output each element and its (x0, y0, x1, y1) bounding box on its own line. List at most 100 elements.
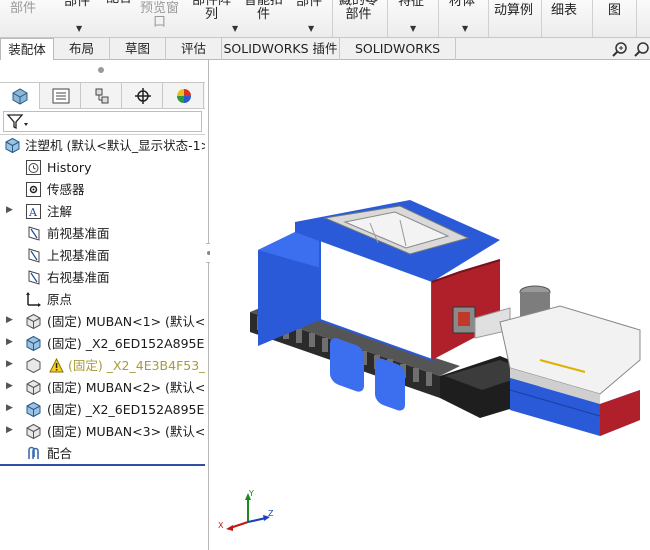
tree-item-history[interactable]: History (0, 157, 205, 179)
ribbon-cmd-parts[interactable]: 部件 (10, 2, 36, 16)
mates-icon (25, 445, 42, 462)
annotation-icon: A (25, 203, 42, 220)
tree-item-component[interactable]: ▶ (固定) MUBAN<2> (默认<< (0, 377, 205, 399)
tree-item-right-plane[interactable]: 右视基准面 (0, 267, 205, 289)
sensor-icon (25, 181, 42, 198)
ribbon-cmd-smart-fastener[interactable]: 智能扣 件 (244, 0, 283, 22)
expand-arrow-icon[interactable]: ▶ (6, 315, 13, 325)
tab-layout[interactable]: 布局 (54, 38, 110, 60)
ribbon-cmd-move-component[interactable]: 部件 (296, 0, 322, 9)
chevron-down-icon[interactable]: ▼ (410, 24, 416, 33)
expand-arrow-icon[interactable]: ▶ (6, 205, 13, 215)
expand-arrow-icon[interactable]: ▶ (6, 359, 13, 369)
tree-rollback-bar[interactable] (0, 464, 205, 466)
assembly-icon (4, 137, 21, 154)
tree-item-label: History (47, 160, 92, 175)
expand-arrow-icon[interactable]: ▶ (6, 381, 13, 391)
part-icon (25, 379, 42, 396)
ribbon-cmd-component[interactable]: 部件 (64, 0, 90, 9)
tab-solidworks-mbd[interactable]: SOLIDWORKS MBD (340, 38, 456, 77)
tree-item-label: 前视基准面 (47, 226, 110, 241)
tab-assembly[interactable]: 装配体 (0, 38, 54, 61)
tree-item-component[interactable]: ▶ (固定) MUBAN<3> (默认<< (0, 421, 205, 443)
chevron-down-icon[interactable]: ▼ (232, 24, 238, 33)
ribbon-cmd-mate[interactable]: 配合 (106, 0, 132, 6)
expand-arrow-icon[interactable]: ▶ (6, 337, 13, 347)
tree-item-origin[interactable]: 原点 (0, 289, 205, 311)
feature-manager-tab[interactable] (0, 83, 40, 109)
subassembly-icon (25, 335, 42, 352)
tree-item-label: (固定) MUBAN<1> (默认<< (47, 314, 205, 329)
tree-filter-row (0, 109, 205, 135)
ribbon-cmd-exploded-view[interactable]: 图 (608, 4, 621, 18)
warning-icon (49, 357, 64, 375)
ribbon-cmd-preview-window[interactable]: 预览窗 口 (140, 2, 179, 30)
panel-grip-handle[interactable] (98, 67, 104, 73)
plane-icon (25, 225, 42, 242)
tree-item-label: 原点 (47, 292, 73, 307)
chevron-down-icon[interactable]: ▼ (308, 24, 314, 33)
tree-item-component[interactable]: ▶ (固定) _X2_6ED152A895E8_X (0, 399, 205, 421)
configuration-manager-tab[interactable] (82, 83, 122, 109)
tree-item-front-plane[interactable]: 前视基准面 (0, 223, 205, 245)
tree-item-label: 配合 (47, 446, 73, 461)
history-icon (25, 159, 42, 176)
origin-icon (25, 291, 42, 308)
configuration-icon (95, 88, 109, 104)
expand-arrow-icon[interactable]: ▶ (6, 403, 13, 413)
tree-item-label: (固定) _X2_6ED152A895E8_X (47, 336, 205, 351)
tab-sketch[interactable]: 草图 (110, 38, 166, 60)
ribbon-cmd-show-hidden[interactable]: 藏的零 部件 (339, 0, 378, 22)
tree-item-component[interactable]: ▶ (固定) _X2_6ED152A895E8_X (0, 333, 205, 355)
zoom-to-area-icon[interactable] (633, 41, 650, 58)
feature-tree-icon (12, 88, 28, 105)
part-icon (25, 313, 42, 330)
zoom-to-fit-icon[interactable] (611, 41, 629, 58)
ribbon-cmd-features[interactable]: 特征 (398, 0, 424, 9)
property-manager-tab[interactable] (41, 83, 81, 109)
display-manager-tab[interactable] (164, 83, 204, 109)
ribbon-cmd-reference[interactable]: 材体 (449, 0, 475, 9)
tree-item-component[interactable]: ▶ (固定) MUBAN<1> (默认<< (0, 311, 205, 333)
plane-icon (25, 247, 42, 264)
triad-x-label: X (218, 521, 224, 530)
property-list-icon (52, 88, 70, 104)
tree-item-label: (固定) MUBAN<3> (默认<< (47, 424, 205, 439)
tree-item-mates[interactable]: 配合 (0, 443, 205, 465)
ribbon-cmd-motion-study[interactable]: 动算例 (494, 4, 533, 18)
expand-arrow-icon[interactable]: ▶ (6, 425, 13, 435)
ribbon-cmd-bom[interactable]: 细表 (551, 4, 577, 18)
tree-item-sensors[interactable]: 传感器 (0, 179, 205, 201)
part-icon (25, 357, 42, 374)
tree-root-assembly[interactable]: 注塑机 (默认<默认_显示状态-1> (0, 135, 205, 157)
command-tabs: 装配体 布局 草图 评估 SOLIDWORKS 插件 SOLIDWORKS MB… (0, 38, 650, 77)
part-icon (25, 423, 42, 440)
chevron-down-icon[interactable]: ▼ (462, 24, 468, 33)
graphics-viewport[interactable]: Y X Z (210, 60, 650, 550)
ribbon-cmd-pattern[interactable]: 部件阵 列 (192, 0, 231, 22)
tree-filter-box[interactable] (3, 111, 202, 132)
tree-item-component-warning[interactable]: ▶ (固定) _X2_4E3B4F53_X( (0, 355, 205, 377)
tree-item-label: 上视基准面 (47, 248, 110, 263)
tree-item-label: 传感器 (47, 182, 85, 197)
filter-funnel-icon[interactable] (6, 113, 30, 131)
appearance-sphere-icon (177, 89, 191, 103)
triad-z-label: Z (268, 509, 274, 518)
tree-item-label: (固定) _X2_6ED152A895E8_X (47, 402, 205, 417)
tree-item-label: (固定) MUBAN<2> (默认<< (47, 380, 205, 395)
tree-item-top-plane[interactable]: 上视基准面 (0, 245, 205, 267)
subassembly-icon (25, 401, 42, 418)
plane-icon (25, 269, 42, 286)
injection-molding-machine-model[interactable] (210, 60, 650, 550)
crosshair-icon (135, 88, 151, 104)
tree-item-label: 右视基准面 (47, 270, 110, 285)
triad-y-label: Y (248, 489, 254, 498)
chevron-down-icon[interactable]: ▼ (76, 24, 82, 33)
dimxpert-manager-tab[interactable] (123, 83, 163, 109)
tree-item-annotations[interactable]: ▶ A 注解 (0, 201, 205, 223)
tab-evaluate[interactable]: 评估 (166, 38, 222, 60)
tree-root-label: 注塑机 (默认<默认_显示状态-1> (25, 138, 205, 153)
command-ribbon: 部件 部件 ▼ 配合 预览窗 口 部件阵 列 ▼ 智能扣 件 部件 ▼ 藏的零 … (0, 0, 650, 38)
tab-solidworks-addins[interactable]: SOLIDWORKS 插件 (222, 38, 340, 60)
feature-manager-panel: 注塑机 (默认<默认_显示状态-1> History 传感器 ▶ A 注解 前视… (0, 60, 209, 550)
